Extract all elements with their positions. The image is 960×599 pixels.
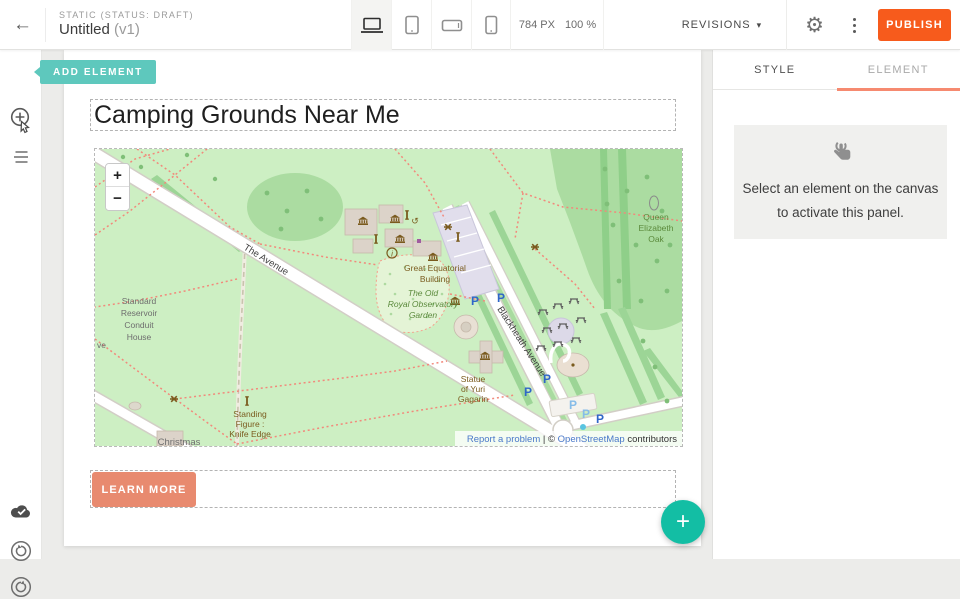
- canvas-zoom-value: 100 %: [565, 19, 596, 31]
- svg-text:P: P: [471, 294, 479, 308]
- undo-button[interactable]: [0, 539, 42, 563]
- openstreetmap-canvas: i ↺ P P P P P P P The Avenue Bl: [95, 149, 682, 446]
- artwork-marker: [417, 239, 421, 243]
- redo-button[interactable]: [0, 575, 42, 599]
- svg-text:Gagarin: Gagarin: [458, 394, 489, 404]
- publish-button[interactable]: PUBLISH: [878, 9, 951, 41]
- save-status-indicator: [0, 502, 42, 519]
- phone-icon: [481, 15, 501, 35]
- canvas-dimensions: 784 PX 100 %: [512, 0, 604, 50]
- label-christmas: Christmas: [158, 437, 201, 446]
- device-tablet-button[interactable]: [391, 0, 431, 50]
- info-letter: i: [391, 250, 393, 259]
- bus-stop-marker: [580, 424, 586, 430]
- page-title: Untitled (v1): [59, 21, 194, 40]
- undo-icon: [9, 539, 33, 563]
- tab-element[interactable]: ELEMENT: [837, 50, 960, 89]
- add-element-tooltip: ADD ELEMENT: [40, 60, 156, 84]
- device-landscape-button[interactable]: [431, 0, 471, 50]
- svg-text:Conduit: Conduit: [124, 320, 154, 330]
- kebab-icon: [853, 18, 856, 21]
- label-ve: ve: [97, 340, 106, 350]
- svg-text:Building: Building: [420, 274, 451, 284]
- document-title-block: STATIC (STATUS: DRAFT) Untitled (v1): [46, 10, 194, 40]
- svg-text:Royal Observatory: Royal Observatory: [388, 299, 459, 309]
- top-toolbar: ← STATIC (STATUS: DRAFT) Untitled (v1): [0, 0, 960, 50]
- cloud-saved-icon: [10, 502, 33, 519]
- tablet-icon: [401, 15, 423, 35]
- svg-text:House: House: [127, 332, 152, 342]
- map-zoom-in-button[interactable]: +: [106, 164, 129, 187]
- settings-button[interactable]: ⚙: [787, 15, 839, 36]
- device-preview-switcher: [351, 0, 511, 50]
- add-section-fab[interactable]: +: [661, 500, 705, 544]
- tap-icon: [828, 139, 854, 167]
- inspector-tabs: STYLE ELEMENT: [713, 50, 960, 90]
- svg-text:P: P: [569, 398, 577, 412]
- label-gagarin: Statue of Yuri Gagarin: [458, 374, 489, 404]
- svg-text:P: P: [596, 412, 604, 426]
- active-tab-underline: [837, 88, 960, 91]
- panel-empty-text: Select an element on the canvas to activ…: [743, 177, 939, 225]
- svg-text:Great Equatorial: Great Equatorial: [404, 263, 466, 273]
- revisions-dropdown[interactable]: REVISIONS ▾: [658, 19, 786, 31]
- version-label: (v1): [114, 21, 140, 38]
- gear-icon: ⚙: [805, 14, 824, 37]
- back-arrow-icon: ←: [13, 14, 32, 36]
- add-element-button[interactable]: [0, 107, 42, 137]
- svg-text:P: P: [524, 385, 532, 399]
- status-label: STATIC (STATUS: DRAFT): [59, 10, 194, 21]
- heading-element[interactable]: Camping Grounds Near Me: [90, 99, 676, 131]
- svg-text:Statue: Statue: [461, 374, 486, 384]
- redo-icon: [9, 575, 33, 599]
- camera-obscura-icon: ↺: [411, 216, 419, 226]
- topbar-actions: REVISIONS ▾ ⚙ PUBLISH: [658, 0, 960, 50]
- page-heading-text: Camping Grounds Near Me: [91, 101, 400, 130]
- svg-text:The Old: The Old: [408, 288, 439, 298]
- svg-text:Garden: Garden: [409, 310, 438, 320]
- device-phone-button[interactable]: [471, 0, 511, 50]
- hamburger-icon: [11, 150, 31, 164]
- svg-text:Queen: Queen: [643, 212, 669, 222]
- map-zoom-out-button[interactable]: −: [106, 187, 129, 210]
- svg-text:Reservoir: Reservoir: [121, 308, 158, 318]
- svg-text:Elizabeth: Elizabeth: [639, 223, 674, 233]
- tab-style[interactable]: STYLE: [713, 50, 837, 89]
- add-element-icon: [8, 107, 35, 137]
- phone-landscape-icon: [441, 15, 463, 35]
- svg-text:Standard: Standard: [122, 296, 157, 306]
- osm-link[interactable]: OpenStreetMap: [558, 434, 625, 445]
- more-options-button[interactable]: [839, 18, 870, 33]
- svg-text:Report a problem | © OpenStree: Report a problem | © OpenStreetMap contr…: [467, 434, 677, 445]
- canvas-width-value: 784 PX: [519, 19, 555, 31]
- svg-text:Figure :: Figure :: [236, 419, 265, 429]
- svg-text:Knife Edge: Knife Edge: [229, 429, 271, 439]
- svg-text:Oak: Oak: [648, 234, 664, 244]
- svg-text:P: P: [582, 407, 590, 421]
- map-element[interactable]: + −: [94, 148, 683, 447]
- page-canvas[interactable]: Camping Grounds Near Me + −: [64, 50, 701, 546]
- chevron-down-icon: ▾: [757, 20, 763, 31]
- map-attribution: Report a problem | © OpenStreetMap contr…: [455, 431, 682, 446]
- panel-empty-state: Select an element on the canvas to activ…: [734, 125, 947, 239]
- learn-more-button[interactable]: LEARN MORE: [92, 472, 196, 507]
- button-row-element[interactable]: LEARN MORE: [90, 470, 676, 508]
- laptop-icon: [360, 16, 384, 34]
- report-problem-link[interactable]: Report a problem: [467, 434, 540, 445]
- svg-text:Standing: Standing: [233, 409, 267, 419]
- back-button[interactable]: ←: [0, 8, 46, 42]
- layout-structure-button[interactable]: [0, 150, 42, 164]
- svg-text:P: P: [497, 291, 505, 305]
- left-toolbar: [0, 50, 42, 559]
- map-zoom-control: + −: [105, 163, 130, 211]
- device-desktop-button[interactable]: [351, 0, 391, 50]
- svg-text:of Yuri: of Yuri: [461, 384, 485, 394]
- inspector-panel: STYLE ELEMENT Select an element on the c…: [712, 50, 960, 559]
